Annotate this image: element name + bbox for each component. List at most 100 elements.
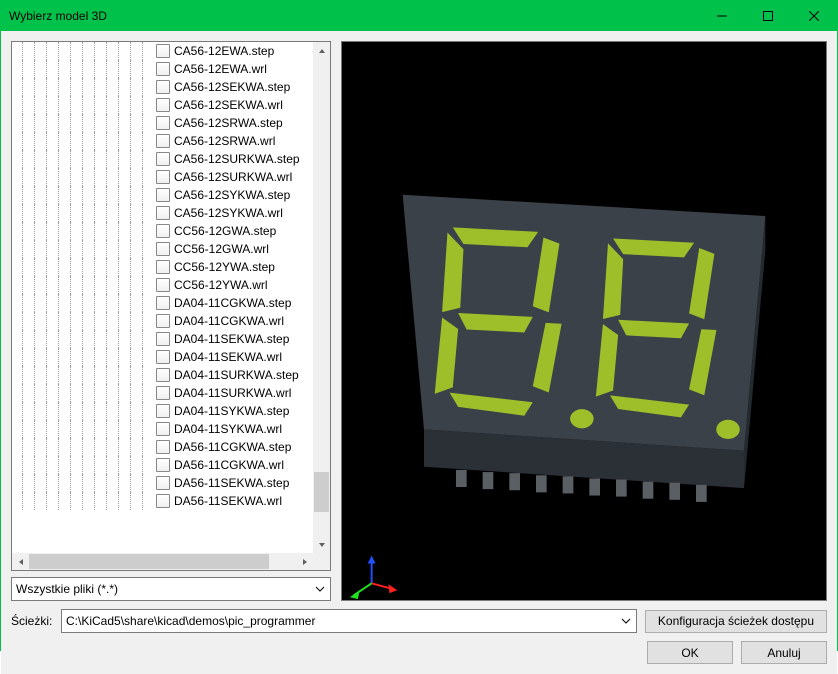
dialog-buttons: OK Anuluj [11, 641, 827, 664]
file-name-label: CC56-12YWA.step [174, 260, 275, 274]
file-name-label: DA56-11CGKWA.wrl [174, 458, 284, 472]
file-name-label: CA56-12SYKWA.wrl [174, 206, 283, 220]
path-combo[interactable]: C:\KiCad5\share\kicad\demos\pic_programm… [61, 609, 637, 633]
file-icon [156, 278, 170, 292]
file-tree-item[interactable]: CA56-12SURKWA.step [12, 150, 313, 168]
file-icon [156, 224, 170, 238]
file-tree-item[interactable]: CA56-12EWA.step [12, 42, 313, 60]
file-name-label: DA04-11SEKWA.step [174, 332, 289, 346]
file-name-label: CC56-12GWA.step [174, 224, 276, 238]
file-tree-item[interactable]: DA04-11SYKWA.wrl [12, 420, 313, 438]
configure-paths-button[interactable]: Konfiguracja ścieżek dostępu [645, 610, 827, 633]
file-tree-item[interactable]: DA56-11CGKWA.wrl [12, 456, 313, 474]
file-filter-combo[interactable]: Wszystkie pliki (*.*) [11, 577, 331, 601]
file-name-label: DA04-11SYKWA.wrl [174, 422, 282, 436]
file-icon [156, 296, 170, 310]
file-tree-item[interactable]: CC56-12GWA.wrl [12, 240, 313, 258]
file-tree-item[interactable]: CA56-12SYKWA.step [12, 186, 313, 204]
file-icon [156, 188, 170, 202]
scroll-left-button[interactable] [12, 553, 29, 570]
file-icon [156, 80, 170, 94]
file-icon [156, 368, 170, 382]
file-tree-item[interactable]: DA04-11CGKWA.wrl [12, 312, 313, 330]
file-icon [156, 350, 170, 364]
file-icon [156, 458, 170, 472]
titlebar[interactable]: Wybierz model 3D [1, 1, 837, 31]
3d-preview[interactable] [341, 41, 827, 601]
file-name-label: CA56-12SRWA.step [174, 116, 283, 130]
file-icon [156, 422, 170, 436]
file-tree-item[interactable]: DA04-11SURKWA.wrl [12, 384, 313, 402]
file-name-label: CA56-12SEKWA.step [174, 80, 290, 94]
file-tree-item[interactable]: DA04-11SEKWA.wrl [12, 348, 313, 366]
file-tree-item[interactable]: DA04-11SYKWA.step [12, 402, 313, 420]
client-area: CA56-12EWA.step CA56-12EWA.wrl CA56-12SEKW… [1, 31, 837, 674]
file-name-label: DA04-11SEKWA.wrl [174, 350, 282, 364]
cancel-button[interactable]: Anuluj [741, 641, 827, 664]
file-tree-item[interactable]: CC56-12YWA.step [12, 258, 313, 276]
ok-button[interactable]: OK [647, 641, 733, 664]
file-icon [156, 332, 170, 346]
file-tree[interactable]: CA56-12EWA.step CA56-12EWA.wrl CA56-12SEKW… [11, 41, 331, 571]
upper-panel: CA56-12EWA.step CA56-12EWA.wrl CA56-12SEKW… [11, 41, 827, 601]
file-name-label: DA04-11CGKWA.step [174, 296, 291, 310]
file-tree-list[interactable]: CA56-12EWA.step CA56-12EWA.wrl CA56-12SEKW… [12, 42, 313, 553]
file-tree-item[interactable]: CA56-12SEKWA.wrl [12, 96, 313, 114]
left-panel: CA56-12EWA.step CA56-12EWA.wrl CA56-12SEKW… [11, 41, 331, 601]
file-tree-item[interactable]: CA56-12SEKWA.step [12, 78, 313, 96]
file-name-label: CA56-12SYKWA.step [174, 188, 290, 202]
file-icon [156, 440, 170, 454]
file-tree-item[interactable]: CC56-12YWA.wrl [12, 276, 313, 294]
file-tree-item[interactable]: DA04-11CGKWA.step [12, 294, 313, 312]
file-name-label: CC56-12YWA.wrl [174, 278, 268, 292]
file-icon [156, 260, 170, 274]
scroll-up-button[interactable] [313, 42, 330, 59]
minimize-button[interactable] [699, 1, 745, 31]
file-icon [156, 98, 170, 112]
file-tree-item[interactable]: CC56-12GWA.step [12, 222, 313, 240]
scroll-corner [313, 553, 330, 570]
file-name-label: CA56-12SEKWA.wrl [174, 98, 283, 112]
file-icon [156, 494, 170, 508]
file-icon [156, 116, 170, 130]
vertical-scrollbar[interactable] [313, 42, 330, 553]
path-value: C:\KiCad5\share\kicad\demos\pic_programm… [66, 614, 315, 628]
file-icon [156, 62, 170, 76]
scroll-right-button[interactable] [296, 553, 313, 570]
file-icon [156, 206, 170, 220]
file-icon [156, 242, 170, 256]
file-name-label: DA56-11SEKWA.step [174, 476, 289, 490]
file-tree-item[interactable]: CA56-12SRWA.wrl [12, 132, 313, 150]
file-icon [156, 404, 170, 418]
file-icon [156, 314, 170, 328]
horizontal-scroll-thumb[interactable] [29, 554, 269, 569]
file-name-label: DA56-11SEKWA.wrl [174, 494, 282, 508]
file-icon [156, 134, 170, 148]
window-frame: Wybierz model 3D CA56-12EWA.stepCA56-12E… [0, 0, 838, 651]
file-tree-item[interactable]: CA56-12SRWA.step [12, 114, 313, 132]
maximize-button[interactable] [745, 1, 791, 31]
file-icon [156, 476, 170, 490]
file-tree-item[interactable]: DA56-11CGKWA.step [12, 438, 313, 456]
file-filter-text: Wszystkie pliki (*.*) [16, 582, 118, 596]
file-name-label: CA56-12SRWA.wrl [174, 134, 275, 148]
file-tree-item[interactable]: CA56-12SYKWA.wrl [12, 204, 313, 222]
file-name-label: DA04-11SYKWA.step [174, 404, 289, 418]
horizontal-scrollbar[interactable] [12, 553, 313, 570]
file-name-label: CA56-12SURKWA.step [174, 152, 300, 166]
file-icon [156, 152, 170, 166]
file-tree-item[interactable]: CA56-12EWA.wrl [12, 60, 313, 78]
file-name-label: DA04-11SURKWA.wrl [174, 386, 291, 400]
file-name-label: DA56-11CGKWA.step [174, 440, 291, 454]
file-name-label: CA56-12EWA.step [174, 44, 274, 58]
file-tree-item[interactable]: DA04-11SURKWA.step [12, 366, 313, 384]
file-tree-item[interactable]: DA04-11SEKWA.step [12, 330, 313, 348]
scroll-down-button[interactable] [313, 536, 330, 553]
file-tree-item[interactable]: CA56-12SURKWA.wrl [12, 168, 313, 186]
close-button[interactable] [791, 1, 837, 31]
vertical-scroll-thumb[interactable] [314, 472, 329, 512]
file-tree-item[interactable]: DA56-11SEKWA.step [12, 474, 313, 492]
file-tree-item[interactable]: DA56-11SEKWA.wrl [12, 492, 313, 510]
file-name-label: CC56-12GWA.wrl [174, 242, 269, 256]
file-name-label: CA56-12EWA.wrl [174, 62, 267, 76]
